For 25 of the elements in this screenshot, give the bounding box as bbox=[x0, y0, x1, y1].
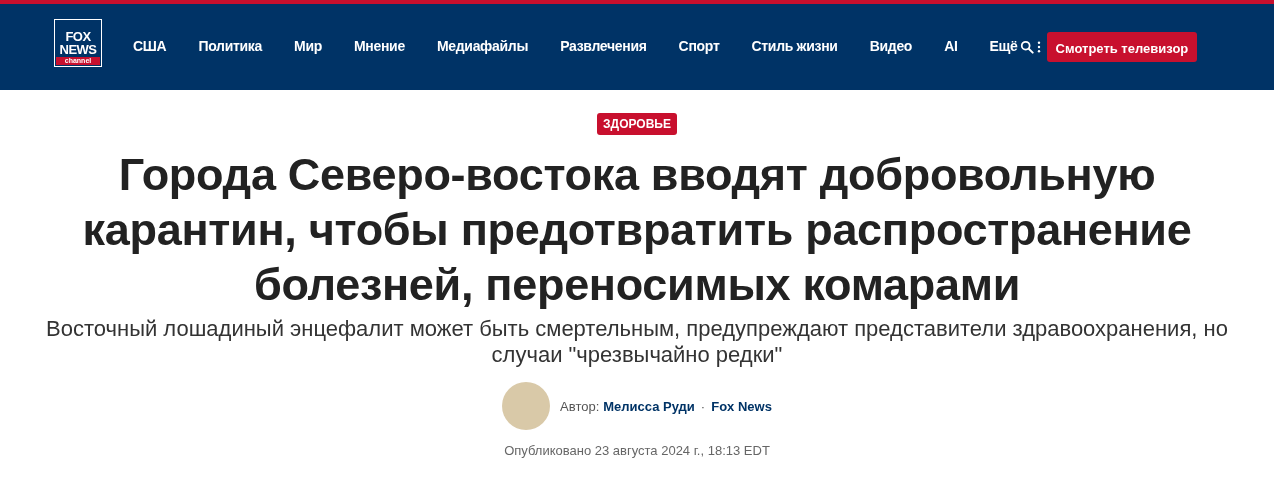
nav-link[interactable]: AI bbox=[944, 37, 958, 54]
logo-text: FOX bbox=[65, 30, 91, 43]
byline-label: Автор: bbox=[560, 398, 600, 414]
author-link[interactable]: Мелисса Руди bbox=[603, 398, 695, 414]
nav-link[interactable]: США bbox=[133, 37, 167, 54]
nav-link[interactable]: Стиль жизни bbox=[751, 37, 838, 54]
watch-tv-button[interactable]: Смотреть телевизор bbox=[1046, 32, 1198, 62]
logo-text: NEWS bbox=[59, 43, 97, 56]
nav-link[interactable]: Видео bbox=[869, 37, 913, 54]
nav-link[interactable]: Спорт bbox=[678, 37, 720, 54]
nav-link[interactable]: Ещё bbox=[989, 37, 1018, 54]
search-icon[interactable] bbox=[1019, 40, 1034, 54]
article-title: Города Северо-востока вводят добровольную карантин, чтобы предотвратить распространение болезней, переносимых комарами bbox=[81, 148, 1193, 312]
nav-link[interactable]: Медиафайлы bbox=[436, 37, 529, 54]
nav-link[interactable]: Мир bbox=[294, 37, 322, 54]
source-link[interactable]: Fox News bbox=[711, 398, 772, 414]
nav-link[interactable]: Развлечения bbox=[560, 37, 647, 54]
author-avatar bbox=[502, 382, 551, 430]
publish-date: Опубликовано 23 августа 2024 г., 18:13 EDT bbox=[504, 443, 770, 458]
category-tag[interactable]: ЗДОРОВЬЕ bbox=[597, 113, 677, 135]
more-icon[interactable] bbox=[1036, 41, 1041, 53]
separator: · bbox=[700, 398, 706, 414]
nav-link[interactable]: Политика bbox=[198, 37, 262, 54]
nav-link[interactable]: Мнение bbox=[353, 37, 405, 54]
article-subtitle: Восточный лошадиный энцефалит может быть смертельным, предупреждают представители здравоохранения, но случаи "чрезвычайно редки" bbox=[45, 316, 1229, 368]
